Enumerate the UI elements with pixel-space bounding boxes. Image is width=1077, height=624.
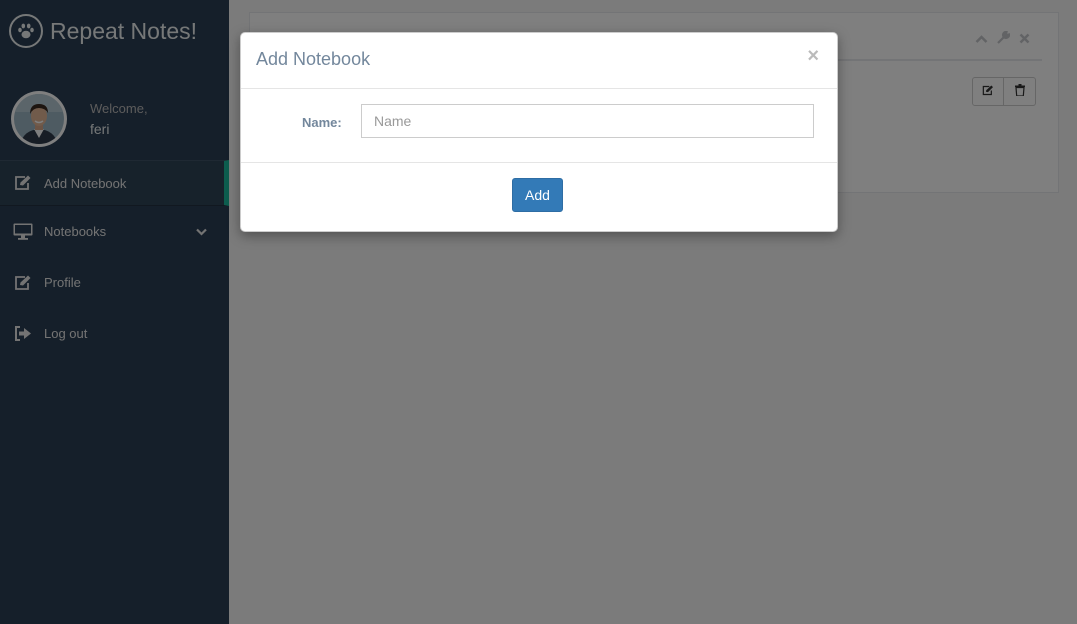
name-label: Name: xyxy=(302,115,342,130)
modal-title: Add Notebook xyxy=(256,49,371,69)
add-button[interactable]: Add xyxy=(512,178,563,212)
modal-header: Add Notebook × xyxy=(241,33,837,89)
add-notebook-modal: Add Notebook × Name: Add xyxy=(240,32,838,232)
modal-footer: Add xyxy=(241,163,837,232)
close-button[interactable]: × xyxy=(807,45,819,68)
modal-body: Name: xyxy=(241,89,837,163)
name-input[interactable] xyxy=(361,104,814,138)
